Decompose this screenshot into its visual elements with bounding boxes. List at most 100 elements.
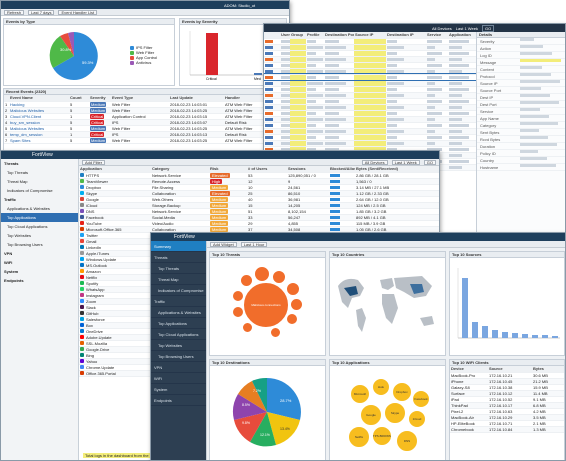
sidebar-item[interactable]: Top Threats bbox=[1, 168, 78, 177]
sidebar-item[interactable]: Top Websites bbox=[1, 231, 78, 240]
log-value bbox=[387, 117, 404, 121]
app-bubble[interactable]: Netflix bbox=[348, 426, 370, 448]
log-value bbox=[427, 117, 435, 121]
widget-top-destinations[interactable]: Top 10 Destinations 28.7% 13.4% 12.1% 9.… bbox=[209, 359, 326, 460]
sidebar-item[interactable]: Threats bbox=[1, 159, 78, 168]
widget-top-threats[interactable]: Top 10 Threats Malicious connections bbox=[209, 251, 326, 356]
sidebar-item[interactable]: WiFi bbox=[151, 373, 206, 384]
column-header[interactable]: Blocked/Allowed bbox=[329, 166, 355, 173]
detail-row: Message bbox=[477, 59, 565, 66]
sidebar-item[interactable]: Traffic bbox=[151, 296, 206, 307]
app-bubble[interactable]: Facebook bbox=[412, 390, 430, 408]
threat-bubble[interactable] bbox=[290, 298, 303, 311]
sidebar-item[interactable]: Summary bbox=[151, 241, 206, 252]
sidebar-item[interactable]: Top Threats bbox=[151, 263, 206, 274]
log-value bbox=[387, 57, 404, 61]
time-range-button[interactable]: Last 7 days bbox=[28, 9, 55, 15]
app-bubble[interactable]: Microsoft bbox=[350, 384, 370, 404]
widget-top-wifi-clients[interactable]: Top 10 WiFi Clients Device Source Bytes Ma… bbox=[449, 359, 565, 460]
threat-bubble[interactable] bbox=[270, 327, 281, 338]
fv-apps-sidebar: Threats Top Threats Threat Map Indicators o… bbox=[1, 159, 79, 460]
widget-top-countries[interactable]: Top 10 Countries bbox=[329, 251, 446, 356]
log-go-button[interactable]: GO bbox=[481, 24, 495, 32]
threat-center-bubble[interactable]: Malicious connections bbox=[243, 282, 289, 328]
sidebar-item[interactable]: Applications & Websites bbox=[151, 307, 206, 318]
sidebar-item[interactable]: Top Applications bbox=[151, 318, 206, 329]
log-cell bbox=[306, 140, 324, 147]
event-handler-list-button[interactable]: Event Handler List bbox=[58, 9, 98, 15]
sidebar-item[interactable]: Threat Map bbox=[151, 274, 206, 285]
app-bubble[interactable]: HTTPS.BROWSER bbox=[372, 426, 392, 446]
widget-top-sources[interactable]: Top 10 Sources bbox=[449, 251, 565, 356]
device-select[interactable]: All Devices bbox=[361, 159, 388, 165]
table-row[interactable]: Galaxy-S8 172.16.10.38 15.9 MB bbox=[450, 384, 564, 391]
app-name: WhatsApp bbox=[86, 286, 105, 292]
threat-bubble[interactable] bbox=[232, 306, 244, 318]
sidebar-item[interactable]: Top Cloud Applications bbox=[151, 329, 206, 340]
log-value bbox=[307, 69, 323, 73]
sidebar-item[interactable]: Top Browsing Users bbox=[151, 351, 206, 362]
app-name: TeamViewer bbox=[86, 178, 108, 184]
refresh-button[interactable]: Refresh bbox=[4, 9, 25, 15]
sidebar-item[interactable]: Top Browsing Users bbox=[1, 240, 78, 249]
sidebar-item[interactable]: VPN bbox=[151, 362, 206, 373]
sidebar-item[interactable]: Indicators of Compromise bbox=[151, 285, 206, 296]
log-value bbox=[281, 129, 290, 133]
sidebar-item[interactable]: Top Websites bbox=[151, 340, 206, 351]
table-row[interactable]: 7 Spam Sites 5 Medium Web Filter 2018-02-23 1… bbox=[4, 137, 286, 144]
sidebar-item[interactable]: Top Cloud Applications bbox=[1, 222, 78, 231]
sidebar-item[interactable]: Applications & Websites bbox=[1, 204, 78, 213]
sidebar-item[interactable]: Top Applications bbox=[1, 213, 78, 222]
log-value bbox=[449, 87, 469, 91]
table-row[interactable]: MacBook-Pro 172.16.10.21 30.6 MB bbox=[450, 372, 564, 379]
add-filter-button[interactable]: Add Filter bbox=[82, 159, 106, 165]
log-value bbox=[307, 45, 323, 49]
threat-bubble[interactable] bbox=[240, 274, 253, 287]
sidebar-item[interactable]: Threats bbox=[151, 252, 206, 263]
threat-bubble[interactable] bbox=[232, 290, 244, 302]
log-value bbox=[387, 141, 404, 145]
app-name: Slack bbox=[86, 304, 96, 310]
app-cell[interactable]: Office.365.Portal bbox=[79, 370, 151, 377]
event-name[interactable]: Spam Sites bbox=[9, 137, 69, 144]
app-name: Netflix bbox=[86, 274, 98, 280]
column-header[interactable]: User bbox=[280, 32, 290, 39]
app-bubble[interactable]: Dropbox bbox=[392, 382, 412, 402]
go-button[interactable]: GO bbox=[423, 159, 436, 165]
app-icon bbox=[80, 365, 84, 369]
time-select[interactable]: Last 1 Week bbox=[391, 159, 420, 165]
app-bubble[interactable]: DNS bbox=[396, 430, 418, 452]
sidebar-item[interactable]: System bbox=[1, 267, 78, 276]
app-icon bbox=[80, 341, 84, 345]
threat-bubble[interactable] bbox=[254, 266, 270, 282]
app-bubble[interactable]: Hulu bbox=[372, 378, 390, 396]
sidebar-item[interactable]: Indicators of Compromise bbox=[1, 186, 78, 195]
app-bubble[interactable]: Google bbox=[360, 404, 382, 426]
sidebar-item[interactable]: VPN bbox=[1, 249, 78, 258]
add-widget-button[interactable]: Add Widget bbox=[210, 241, 237, 247]
widget-top-applications[interactable]: Top 10 Applications Microsoft Hulu Dropbox… bbox=[329, 359, 446, 460]
sidebar-item[interactable]: Traffic bbox=[1, 195, 78, 204]
threat-bubble[interactable] bbox=[286, 282, 300, 296]
threat-bubble[interactable] bbox=[242, 322, 253, 333]
table-row[interactable]: Chromebook 172.16.10.84 1.3 MB bbox=[450, 426, 564, 433]
app-bubble[interactable]: Skype bbox=[384, 402, 406, 424]
summary-time-select[interactable]: Last 1 Hour bbox=[240, 241, 268, 247]
sidebar-item[interactable]: Threat Map bbox=[1, 177, 78, 186]
log-value bbox=[325, 111, 339, 115]
sidebar-item[interactable]: Endpoints bbox=[1, 276, 78, 285]
detail-row: Category bbox=[477, 122, 565, 129]
log-range[interactable]: Last 1 Week bbox=[456, 26, 478, 31]
app-icon bbox=[80, 179, 84, 183]
app-name: Google bbox=[86, 196, 99, 202]
log-cell bbox=[280, 74, 290, 81]
threat-bubble[interactable] bbox=[286, 313, 298, 325]
threat-bubble[interactable] bbox=[272, 270, 286, 284]
sidebar-item[interactable]: System bbox=[151, 384, 206, 395]
app-icon bbox=[80, 311, 84, 315]
column-header[interactable]: Destination Port bbox=[324, 32, 354, 39]
detail-label: Category bbox=[480, 123, 497, 128]
app-bubble[interactable]: iCloud bbox=[408, 410, 426, 428]
sidebar-item[interactable]: Endpoints bbox=[151, 395, 206, 406]
sidebar-item[interactable]: WiFi bbox=[1, 258, 78, 267]
